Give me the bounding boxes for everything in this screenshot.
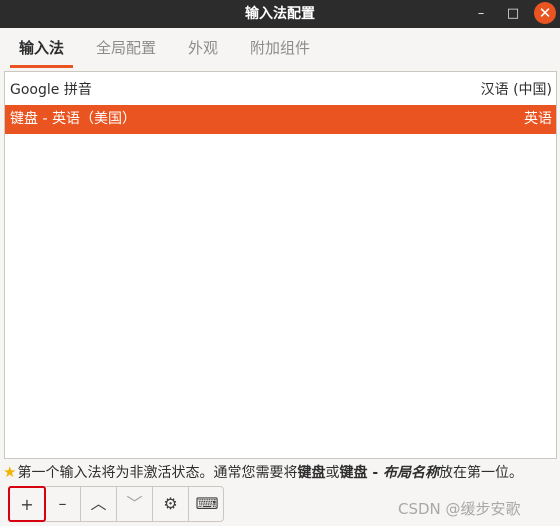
- move-up-button[interactable]: ︿: [81, 487, 117, 521]
- input-method-name: Google 拼音: [10, 82, 92, 98]
- watermark: CSDN @缓步安歌: [398, 500, 521, 518]
- tab-bar: 输入法 全局配置 外观 附加组件: [0, 28, 560, 68]
- configure-button[interactable]: ⚙: [153, 487, 189, 521]
- list-item[interactable]: 键盘 - 英语（美国） 英语: [5, 105, 556, 134]
- hint-text: ★第一个输入法将为非激活状态。通常您需要将键盘或键盘 - 布局名称放在第一位。: [3, 461, 523, 483]
- input-method-language: 英语: [524, 111, 552, 127]
- remove-button[interactable]: –: [45, 487, 81, 521]
- close-button[interactable]: ✕: [534, 2, 556, 24]
- tab-global-config[interactable]: 全局配置: [96, 28, 156, 68]
- hint-part: 放在第一位。: [439, 465, 524, 481]
- move-down-button[interactable]: ﹀: [117, 487, 153, 521]
- hint-bold: 键盘: [297, 465, 326, 481]
- keyboard-layout-button[interactable]: ⌨: [189, 487, 225, 521]
- minimize-button[interactable]: –: [470, 3, 492, 25]
- hint-part: 第一个输入法将为非激活状态。通常您需要将: [17, 465, 298, 481]
- add-button[interactable]: +: [8, 486, 46, 522]
- input-method-language: 汉语 (中国): [480, 82, 552, 98]
- hint-part: 或: [325, 465, 340, 481]
- list-item[interactable]: Google 拼音 汉语 (中国): [5, 76, 556, 105]
- hint-italic: 布局名称: [383, 465, 440, 481]
- tab-addons[interactable]: 附加组件: [250, 28, 310, 68]
- list-toolbar: + – ︿ ﹀ ⚙ ⌨: [8, 486, 224, 522]
- tab-appearance[interactable]: 外观: [188, 28, 218, 68]
- input-method-name: 键盘 - 英语（美国）: [10, 111, 136, 127]
- title-bar: 输入法配置 – □ ✕: [0, 0, 560, 28]
- hint-bold: 键盘 -: [339, 465, 384, 481]
- maximize-button[interactable]: □: [502, 3, 524, 25]
- star-icon: ★: [3, 463, 17, 481]
- tab-input-method[interactable]: 输入法: [9, 28, 74, 68]
- input-method-list[interactable]: Google 拼音 汉语 (中国) 键盘 - 英语（美国） 英语: [4, 71, 557, 459]
